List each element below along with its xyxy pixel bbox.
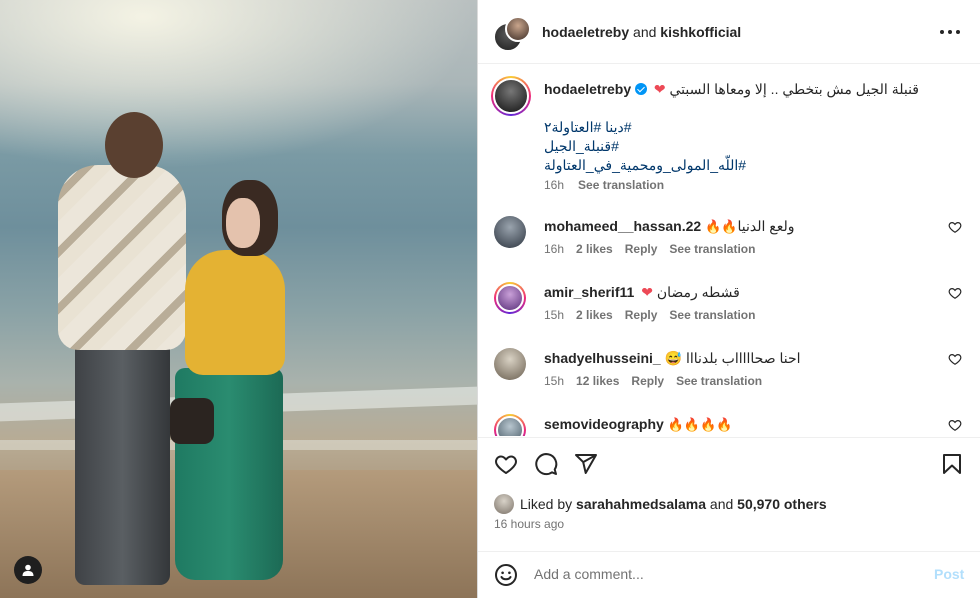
comment-line: mohameed__hassan.22 🔥🔥ولعع الدنيا	[544, 218, 794, 235]
photo-man-head	[105, 112, 163, 178]
comment-like-icon[interactable]	[948, 352, 962, 366]
likes-summary: Liked by sarahahmedsalama and 50,970 oth…	[494, 494, 827, 514]
heart-emoji: ❤	[641, 284, 653, 300]
collab-avatars[interactable]	[493, 16, 531, 52]
reply-button[interactable]: Reply	[631, 374, 664, 388]
liked-and-text: and	[709, 496, 734, 512]
likes-others[interactable]: 50,970 others	[737, 496, 827, 512]
post-header: hodaeletreby and kishkofficial	[478, 0, 980, 64]
fire-emoji: 🔥🔥	[705, 219, 738, 234]
photo-woman-sweater	[185, 250, 285, 375]
comment-text: قشطه رمضان	[656, 284, 740, 300]
avatar[interactable]	[494, 348, 526, 380]
liked-by-prefix: Liked by	[520, 496, 573, 512]
comment-like-icon[interactable]	[948, 418, 962, 432]
see-translation-button[interactable]: See translation	[669, 242, 755, 256]
avatar[interactable]	[494, 216, 526, 248]
comment-line: amir_sherif11 ❤ قشطه رمضان	[544, 284, 740, 301]
heart-emoji: ❤	[653, 81, 666, 97]
photo-woman-face	[226, 198, 260, 248]
see-translation-button[interactable]: See translation	[578, 178, 664, 192]
comment-meta: 15h 2 likes Reply See translation	[544, 308, 767, 322]
share-icon[interactable]	[574, 452, 598, 476]
avatar[interactable]	[505, 16, 531, 42]
comment-username[interactable]: amir_sherif11	[544, 284, 634, 300]
comment-item: semovideography 🔥🔥🔥🔥	[478, 410, 980, 436]
hashtag-link[interactable]: #دينا #العتاولة٢	[544, 118, 746, 137]
user-tag-icon[interactable]	[14, 556, 42, 584]
reply-button[interactable]: Reply	[625, 308, 658, 322]
comment-likes[interactable]: 2 likes	[576, 242, 613, 256]
save-icon[interactable]	[940, 452, 964, 476]
comment-line: semovideography 🔥🔥🔥🔥	[544, 416, 732, 433]
comment-item: mohameed__hassan.22 🔥🔥ولعع الدنيا 16h 2 l…	[478, 212, 980, 272]
see-translation-button[interactable]: See translation	[676, 374, 762, 388]
like-icon[interactable]	[494, 452, 518, 476]
author-username[interactable]: hodaeletreby	[542, 24, 629, 40]
comment-input[interactable]	[534, 566, 914, 582]
add-comment-bar: Post	[478, 551, 980, 600]
caption-text: قنبلة الجيل مش بتخطي .. إلا ومعاها السبت…	[544, 81, 919, 98]
comment-username[interactable]: semovideography	[544, 416, 664, 432]
comment-time[interactable]: 16h	[544, 242, 564, 256]
comment-icon[interactable]	[534, 452, 558, 476]
comment-meta: 16h 2 likes Reply See translation	[544, 242, 767, 256]
save-button[interactable]	[940, 452, 964, 476]
photo-man-legs	[75, 340, 170, 585]
photo-man-jacket	[58, 165, 186, 350]
avatar[interactable]	[494, 494, 514, 514]
caption-hashtags: #دينا #العتاولة٢ #قنبلة_الجيل #اللّه_الم…	[544, 118, 746, 175]
post-sidebar: hodaeletreby and kishkofficial hodaeletr…	[477, 0, 980, 598]
caption-body: قنبلة الجيل مش بتخطي .. إلا ومعاها السبت…	[669, 81, 919, 97]
hashtag-link[interactable]: #اللّه_المولى_ومحمية_في_العتاولة	[544, 156, 746, 175]
reply-button[interactable]: Reply	[625, 242, 658, 256]
post-authors: hodaeletreby and kishkofficial	[542, 24, 741, 40]
caption-meta: 16h See translation	[544, 178, 664, 192]
comment-like-icon[interactable]	[948, 220, 962, 234]
caption-avatar[interactable]	[491, 76, 531, 116]
hashtag-link[interactable]: #قنبلة_الجيل	[544, 137, 746, 156]
laugh-emoji: 😅	[664, 350, 683, 366]
comment-likes[interactable]: 12 likes	[576, 374, 619, 388]
comment-like-icon[interactable]	[948, 286, 962, 300]
comment-time[interactable]: 15h	[544, 308, 564, 322]
comment-item: shadyelhusseini_ 😅 احنا صحاااااب بلدنااا…	[478, 344, 980, 404]
comment-username[interactable]: shadyelhusseini_	[544, 350, 661, 366]
post-comment-button[interactable]: Post	[934, 566, 964, 582]
comment-username[interactable]: mohameed__hassan.22	[544, 218, 701, 234]
comment-text: ولعع الدنيا	[737, 218, 795, 234]
comment-likes[interactable]: 2 likes	[576, 308, 613, 322]
fire-emoji: 🔥🔥🔥🔥	[667, 417, 733, 432]
comment-line: shadyelhusseini_ 😅 احنا صحاااااب بلدنااا	[544, 350, 801, 367]
comment-item: amir_sherif11 ❤ قشطه رمضان 15h 2 likes Rep…	[478, 278, 980, 338]
author-username[interactable]: kishkofficial	[660, 24, 741, 40]
and-text: and	[629, 24, 661, 40]
photo-shoes	[170, 398, 214, 444]
instagram-post: hodaeletreby and kishkofficial hodaeletr…	[0, 0, 980, 598]
more-options-icon[interactable]	[940, 22, 960, 42]
post-actions: Liked by sarahahmedsalama and 50,970 oth…	[478, 437, 980, 599]
post-photo[interactable]	[0, 0, 477, 598]
post-time[interactable]: 16 hours ago	[494, 517, 564, 531]
see-translation-button[interactable]: See translation	[669, 308, 755, 322]
comment-meta: 15h 12 likes Reply See translation	[544, 374, 774, 388]
comment-time[interactable]: 15h	[544, 374, 564, 388]
liked-by-user[interactable]: sarahahmedsalama	[576, 496, 706, 512]
avatar[interactable]	[494, 414, 526, 436]
comment-text: احنا صحاااااب بلدنااا	[685, 350, 801, 366]
avatar[interactable]	[494, 282, 526, 314]
action-bar	[494, 452, 598, 476]
comments-scroll-area[interactable]: hodaeletreby قنبلة الجيل مش بتخطي .. إلا…	[478, 64, 980, 436]
emoji-icon[interactable]	[494, 563, 518, 587]
photo-sky	[0, 0, 477, 170]
caption-time[interactable]: 16h	[544, 178, 564, 192]
